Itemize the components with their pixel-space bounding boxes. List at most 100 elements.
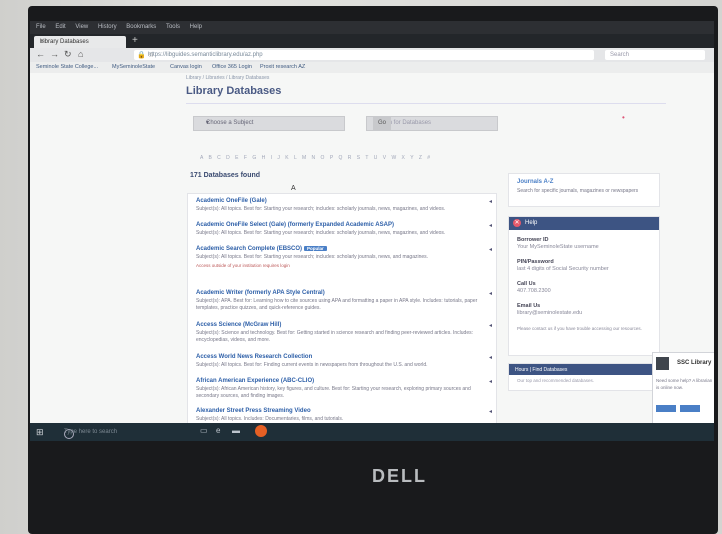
share-icon[interactable]: ◂ <box>489 378 492 385</box>
journals-link[interactable]: Journals A-Z <box>517 179 553 185</box>
help-item: Call Us 407.708.2300 <box>517 281 551 294</box>
task-view-icon[interactable]: ▭ <box>200 426 208 435</box>
chat-button[interactable] <box>680 405 700 412</box>
tab-bar: Library Databases × + <box>30 34 714 48</box>
chat-button[interactable] <box>656 405 676 412</box>
page-title: Library Databases <box>186 85 282 97</box>
database-description: Subject(s): All topics. Best for: Findin… <box>196 362 428 368</box>
database-description: Subject(s): All topics. Includes: Docume… <box>196 416 344 422</box>
help-item-value: last 4 digits of Social Security number <box>517 266 609 272</box>
database-search-input[interactable]: Search for Databases Go <box>366 116 498 131</box>
bookmark-item[interactable]: Seminole State College... <box>36 64 98 70</box>
share-icon[interactable]: ◂ <box>489 322 492 329</box>
new-tab-icon[interactable]: + <box>132 35 138 46</box>
help-item-value: Your MySeminoleState username <box>517 244 599 250</box>
menu-item-edit[interactable]: Edit <box>55 24 65 30</box>
chat-widget[interactable]: SSC Library Need some help? A librarian … <box>652 352 714 428</box>
list-item: Access World News Research Collection Su… <box>196 354 492 369</box>
menu-item-file[interactable]: File <box>36 24 46 30</box>
breadcrumb[interactable]: Library / Libraries / Library Databases <box>186 75 269 81</box>
share-icon[interactable]: ◂ <box>489 222 492 229</box>
hours-box: Hours | Find Databases Our top and recom… <box>508 363 660 391</box>
bookmark-star-icon[interactable]: ☆ <box>148 51 588 59</box>
home-icon[interactable]: ⌂ <box>78 49 83 59</box>
menu-item-tools[interactable]: Tools <box>166 24 180 30</box>
database-link[interactable]: Academic Search Complete (EBSCO) Popular <box>196 246 486 252</box>
alphabet-filter[interactable]: A B C D E F G H I J K L M N O P Q R S T … <box>200 155 490 161</box>
bookmark-item[interactable]: Canvas login <box>170 64 202 70</box>
reload-icon[interactable]: ↻ <box>64 49 72 60</box>
bookmark-item[interactable]: Proxit research AZ <box>260 64 305 70</box>
help-footer-text: Please contact us if you have trouble ac… <box>517 326 642 331</box>
menu-item-help[interactable]: Help <box>190 24 202 30</box>
red-mark: • <box>622 113 625 122</box>
database-link[interactable]: Academic Writer (formerly APA Style Cent… <box>196 290 486 296</box>
email-link[interactable]: library@seminolestate.edu <box>517 310 582 316</box>
results-count: 171 Databases found <box>190 172 261 179</box>
bookmark-item[interactable]: Office 365 Login <box>212 64 252 70</box>
forward-arrow-icon[interactable]: → <box>50 49 59 59</box>
help-item: Borrower ID Your MySeminoleState usernam… <box>517 237 599 250</box>
database-link[interactable]: Academic OneFile (Gale) <box>196 198 486 204</box>
journals-description: Search for specific journals, magazines … <box>517 188 639 194</box>
menu-item-view[interactable]: View <box>75 24 88 30</box>
help-footer: Please contact us if you have trouble ac… <box>517 325 653 332</box>
file-explorer-icon[interactable]: ▬ <box>232 426 240 435</box>
database-link[interactable]: Alexander Street Press Streaming Video <box>196 408 486 414</box>
subject-select[interactable]: Choose a Subject ▾ <box>193 116 345 131</box>
edge-icon[interactable]: e <box>216 426 220 435</box>
database-link[interactable]: African American Experience (ABC-CLIO) <box>196 378 486 384</box>
popular-badge: Popular <box>304 246 327 251</box>
browser-search-input[interactable]: Search <box>605 50 705 60</box>
taskbar: ⊞ Type here to search ▭ e ▬ <box>30 423 714 441</box>
close-icon[interactable]: × <box>40 38 121 45</box>
share-icon[interactable]: ◂ <box>489 246 492 253</box>
share-icon[interactable]: ◂ <box>489 408 492 415</box>
menu-item-bookmarks[interactable]: Bookmarks <box>126 24 156 30</box>
taskbar-search-placeholder: Type here to search <box>64 429 118 435</box>
list-item: Alexander Street Press Streaming Video S… <box>196 408 492 423</box>
taskbar-search[interactable]: Type here to search <box>50 427 170 439</box>
database-link[interactable]: Access World News Research Collection <box>196 354 486 360</box>
back-arrow-icon[interactable]: ← <box>36 49 45 59</box>
database-link[interactable]: Access Science (McGraw Hill) <box>196 322 486 328</box>
browser-menu-bar: File Edit View History Bookmarks Tools H… <box>30 21 714 34</box>
help-box: ✕ Help Borrower ID Your MySeminoleState … <box>508 216 660 356</box>
chat-title: SSC Library <box>677 360 712 366</box>
list-item: Academic OneFile Select (Gale) (formerly… <box>196 222 492 237</box>
search-placeholder: Search <box>610 52 630 58</box>
avatar <box>656 357 669 370</box>
help-item: PIN/Password last 4 digits of Social Sec… <box>517 259 609 272</box>
lock-icon: 🔒 <box>137 52 146 59</box>
list-item: Academic Search Complete (EBSCO) Popular … <box>196 246 492 268</box>
help-box-title: Help <box>525 220 538 226</box>
chevron-down-icon: ▾ <box>206 120 210 126</box>
database-description: Subject(s): All topics. Best for: Starti… <box>196 254 429 260</box>
dell-logo: DELL <box>372 466 427 486</box>
browser-tab[interactable]: Library Databases × <box>34 36 126 48</box>
access-note: Access outside of your institution requi… <box>196 263 290 268</box>
hours-box-title: Hours | Find Databases <box>515 367 568 373</box>
help-item-value: 407.708.2300 <box>517 288 551 294</box>
web-page: Library / Libraries / Library Databases … <box>30 73 714 428</box>
hours-box-description: Our top and recommended databases. <box>517 378 595 383</box>
list-item: Access Science (McGraw Hill) Subject(s):… <box>196 322 492 344</box>
list-item: African American Experience (ABC-CLIO) S… <box>196 378 492 400</box>
bookmark-item[interactable]: MySeminoleState <box>112 64 155 70</box>
help-icon: ✕ <box>513 219 521 227</box>
menu-item-history[interactable]: History <box>98 24 117 30</box>
address-bar[interactable]: 🔒 https://libguides.semanticlibrary.edu/… <box>134 50 594 60</box>
share-icon[interactable]: ◂ <box>489 198 492 205</box>
database-description: Subject(s): Science and technology. Best… <box>196 330 473 343</box>
divider <box>186 103 666 104</box>
database-link-text: Academic Search Complete (EBSCO) <box>196 246 303 252</box>
search-button[interactable]: Go <box>373 116 391 131</box>
windows-start-icon[interactable]: ⊞ <box>36 427 44 438</box>
database-link[interactable]: Academic OneFile Select (Gale) (formerly… <box>196 222 486 228</box>
journals-box: Journals A-Z Search for specific journal… <box>508 173 660 207</box>
help-box-header: ✕ Help <box>509 217 659 230</box>
list-item: Academic Writer (formerly APA Style Cent… <box>196 290 492 312</box>
firefox-icon[interactable] <box>255 425 267 437</box>
share-icon[interactable]: ◂ <box>489 354 492 361</box>
share-icon[interactable]: ◂ <box>489 290 492 297</box>
